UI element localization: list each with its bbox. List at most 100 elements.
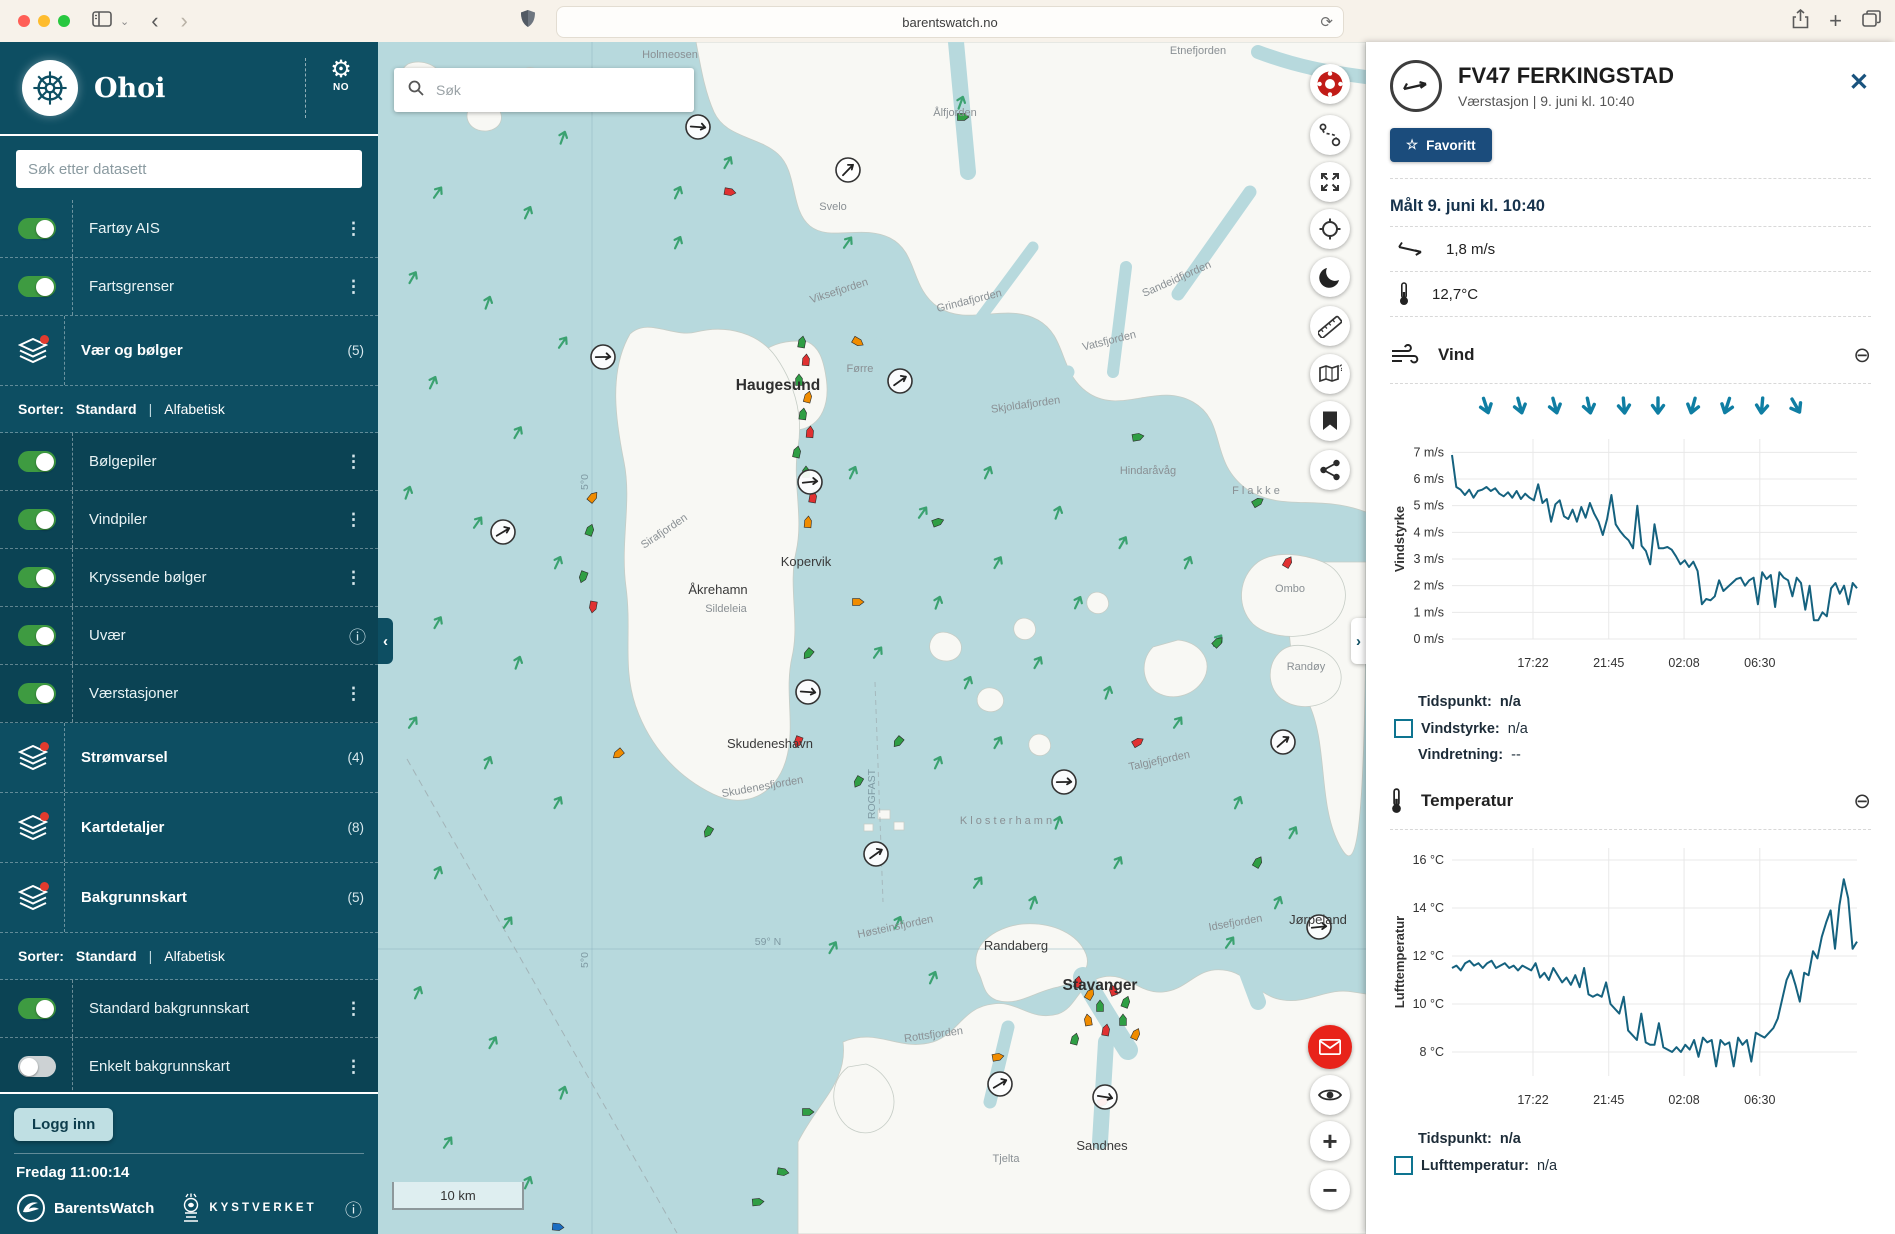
sidebar-item-kryssende-b-lger[interactable]: Kryssende bølger⋮ (0, 549, 378, 607)
weather-station-marker[interactable] (836, 158, 860, 182)
weather-station-marker[interactable] (491, 520, 515, 544)
bookmark-button[interactable] (1310, 401, 1350, 441)
locate-button[interactable] (1310, 209, 1350, 249)
collapse-wind-icon[interactable]: ⊖ (1853, 343, 1871, 368)
ohoi-logo[interactable] (22, 60, 78, 116)
window-minimize-button[interactable] (38, 15, 50, 27)
toggle-enkelt-bakgrunnskart[interactable] (18, 1056, 56, 1077)
toggle-uv-r[interactable] (18, 625, 56, 646)
map-label: K l o s t e r h a m n (960, 815, 1052, 827)
sidebar-section-v-r-og-b-lger[interactable]: Vær og bølger(5) (0, 316, 378, 386)
weather-station-marker[interactable] (1271, 730, 1295, 754)
kebab-menu-icon[interactable]: ⋮ (345, 452, 362, 472)
route-button[interactable] (1310, 115, 1350, 155)
sidebar-item-b-lgepiler[interactable]: Bølgepiler⋮ (0, 433, 378, 491)
kebab-menu-icon[interactable]: ⋮ (345, 568, 362, 588)
toggle-v-rstasjoner[interactable] (18, 683, 56, 704)
sidebar-section-str-mvarsel[interactable]: Strømvarsel(4) (0, 723, 378, 793)
sidebar-section-kartdetaljer[interactable]: Kartdetaljer(8) (0, 793, 378, 863)
svg-text:06:30: 06:30 (1744, 1093, 1775, 1107)
sort-option-standard[interactable]: Standard (76, 401, 137, 417)
wind-series-checkbox[interactable] (1394, 719, 1413, 738)
toggle-kryssende-b-lger[interactable] (18, 567, 56, 588)
svg-text:12 °C: 12 °C (1413, 949, 1444, 963)
sidebar-item-fartsgrenser[interactable]: Fartsgrenser⋮ (0, 258, 378, 316)
sidebar-toggle-icon[interactable] (92, 11, 112, 32)
sidebar-item-standard-bakgrunnskart[interactable]: Standard bakgrunnskart⋮ (0, 980, 378, 1038)
url-bar[interactable]: barentswatch.no ⟳ (556, 6, 1344, 38)
weather-station-marker[interactable] (1052, 770, 1076, 794)
weather-station-marker[interactable] (686, 115, 710, 139)
zoom-in-button[interactable]: + (1310, 1121, 1350, 1161)
fullscreen-button[interactable] (1310, 162, 1350, 202)
settings-button[interactable]: ⚙ NO (318, 58, 364, 93)
kebab-menu-icon[interactable]: ⋮ (345, 219, 362, 239)
collapse-sidebar-handle[interactable]: ‹ (378, 618, 393, 664)
weather-station-marker[interactable] (864, 842, 888, 866)
temp-series-checkbox[interactable] (1394, 1156, 1413, 1175)
weather-station-marker[interactable] (888, 369, 912, 393)
emergency-button[interactable] (1310, 64, 1350, 104)
weather-station-marker[interactable] (591, 345, 615, 369)
favorite-button[interactable]: ☆ Favoritt (1390, 128, 1492, 162)
window-close-button[interactable] (18, 15, 30, 27)
weather-station-marker[interactable] (988, 1072, 1012, 1096)
sidebar-item-v-rstasjoner[interactable]: Værstasjoner⋮ (0, 665, 378, 723)
sidebar-item-fart-y-ais[interactable]: Fartøy AIS⋮ (0, 200, 378, 258)
window-zoom-button[interactable] (58, 15, 70, 27)
weather-station-marker[interactable] (1093, 1085, 1117, 1109)
measure-button[interactable] (1310, 306, 1350, 346)
privacy-shield-icon[interactable] (520, 9, 536, 33)
info-icon[interactable]: ⓘ (349, 623, 366, 648)
sidebar-section-bakgrunnskart[interactable]: Bakgrunnskart(5) (0, 863, 378, 933)
kebab-menu-icon[interactable]: ⋮ (345, 277, 362, 297)
kystverket-logo[interactable]: KYSTVERKET (180, 1193, 316, 1223)
tab-overview-icon[interactable] (1862, 10, 1881, 32)
zoom-out-button[interactable]: − (1310, 1170, 1350, 1210)
dark-mode-button[interactable] (1310, 257, 1350, 297)
toggle-standard-bakgrunnskart[interactable] (18, 998, 56, 1019)
toggle-b-lgepiler[interactable] (18, 451, 56, 472)
kebab-menu-icon[interactable]: ⋮ (345, 510, 362, 530)
toggle-fartsgrenser[interactable] (18, 276, 56, 297)
collapse-panel-handle[interactable]: › (1351, 618, 1366, 664)
kebab-menu-icon[interactable]: ⋮ (345, 1057, 362, 1077)
back-button[interactable]: ‹ (151, 8, 158, 34)
dataset-search-input[interactable] (16, 150, 362, 188)
share-map-button[interactable] (1310, 450, 1350, 490)
map-search-input[interactable] (434, 81, 694, 99)
map-label: Holmeosen (642, 49, 698, 61)
envelope-icon (1319, 1039, 1341, 1055)
weather-station-marker[interactable] (796, 680, 820, 704)
toggle-vindpiler[interactable] (18, 509, 56, 530)
kebab-menu-icon[interactable]: ⋮ (345, 684, 362, 704)
refresh-icon[interactable]: ⟳ (1320, 13, 1333, 31)
new-tab-button[interactable]: + (1829, 8, 1842, 34)
chevron-down-icon[interactable]: ⌄ (120, 15, 129, 28)
sidebar-item-vindpiler[interactable]: Vindpiler⋮ (0, 491, 378, 549)
sidebar-footer: Logg inn Fredag 11:00:14 BarentsWatch (0, 1092, 378, 1234)
layer-count: (5) (348, 890, 365, 905)
login-button[interactable]: Logg inn (14, 1108, 113, 1141)
sort-option-standard[interactable]: Standard (76, 948, 137, 964)
barentswatch-logo[interactable]: BarentsWatch (16, 1193, 154, 1223)
visibility-button[interactable] (1310, 1075, 1350, 1115)
panel-subtitle: Værstasjon | 9. juni kl. 10:40 (1458, 93, 1674, 109)
kebab-menu-icon[interactable]: ⋮ (345, 999, 362, 1019)
map-legend-button[interactable]: ? (1310, 354, 1350, 394)
collapse-temp-icon[interactable]: ⊖ (1853, 789, 1871, 814)
map-svg: HolmeosenEtnefjordenÅlfjordenSveloViksef… (378, 42, 1366, 1234)
share-icon[interactable] (1792, 9, 1809, 34)
forward-button[interactable]: › (181, 8, 188, 34)
sort-option-alfabetisk[interactable]: Alfabetisk (164, 401, 225, 417)
map-canvas[interactable]: HolmeosenEtnefjordenÅlfjordenSveloViksef… (378, 42, 1366, 1234)
contact-mail-button[interactable] (1308, 1025, 1352, 1069)
close-icon[interactable]: ✕ (1849, 68, 1869, 97)
sort-option-alfabetisk[interactable]: Alfabetisk (164, 948, 225, 964)
weather-station-marker[interactable] (798, 470, 822, 494)
toggle-fart-y-ais[interactable] (18, 218, 56, 239)
svg-text:2 m/s: 2 m/s (1413, 579, 1444, 593)
sidebar-item-enkelt-bakgrunnskart[interactable]: Enkelt bakgrunnskart⋮ (0, 1038, 378, 1096)
footer-info-icon[interactable]: ⓘ (345, 1196, 362, 1221)
sidebar-item-uv-r[interactable]: Uværⓘ (0, 607, 378, 665)
